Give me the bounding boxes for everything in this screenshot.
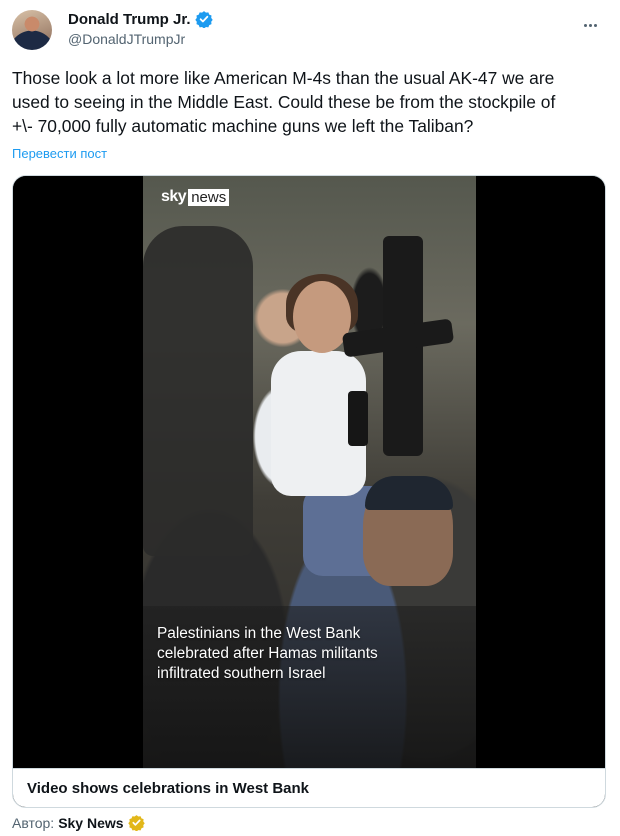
author-names: Donald Trump Jr. @DonaldJTrumpJr [68, 10, 213, 47]
attribution-name[interactable]: Sky News [58, 815, 123, 831]
sky-logo-word: sky [161, 188, 187, 205]
video-caption: Palestinians in the West Bank celebrated… [157, 624, 457, 684]
tweet-text-line: Those look a lot more like American M-4s… [12, 68, 555, 88]
translate-post-link[interactable]: Перевести пост [12, 146, 107, 161]
video-frame[interactable]: sky news Palestinians in the West Bank c… [143, 176, 476, 768]
sky-news-logo: sky news [161, 188, 230, 206]
news-logo-word: news [188, 188, 230, 206]
card-title-bar[interactable]: Video shows celebrations in West Bank [13, 768, 605, 807]
caption-line: celebrated after Hamas militants [157, 645, 378, 662]
caption-line: infiltrated southern Israel [157, 665, 326, 682]
more-options-icon[interactable] [584, 14, 604, 34]
display-name[interactable]: Donald Trump Jr. [68, 11, 191, 28]
video-scene-pistol [348, 391, 368, 446]
video-scene-person [143, 226, 253, 556]
video-scene-man-cap [365, 476, 453, 510]
caption-line: Palestinians in the West Bank [157, 625, 361, 642]
attribution: Автор: Sky News [12, 814, 145, 831]
media-card[interactable]: sky news Palestinians in the West Bank c… [12, 175, 606, 808]
verified-badge-icon [194, 11, 213, 28]
card-title: Video shows celebrations in West Bank [27, 780, 310, 797]
tweet-text: Those look a lot more like American M-4s… [12, 66, 604, 138]
attribution-prefix: Автор: [12, 814, 55, 831]
author-handle[interactable]: @DonaldJTrumpJr [68, 31, 213, 47]
avatar[interactable] [12, 10, 52, 50]
display-name-row: Donald Trump Jr. [68, 10, 213, 28]
video-player[interactable]: sky news Palestinians in the West Bank c… [13, 176, 605, 768]
tweet-text-line: +\- 70,000 fully automatic machine guns … [12, 116, 474, 136]
gold-verified-badge-icon [127, 815, 145, 831]
tweet-text-line: used to seeing in the Middle East. Could… [12, 92, 556, 112]
tweet-header: Donald Trump Jr. @DonaldJTrumpJr [12, 8, 608, 56]
